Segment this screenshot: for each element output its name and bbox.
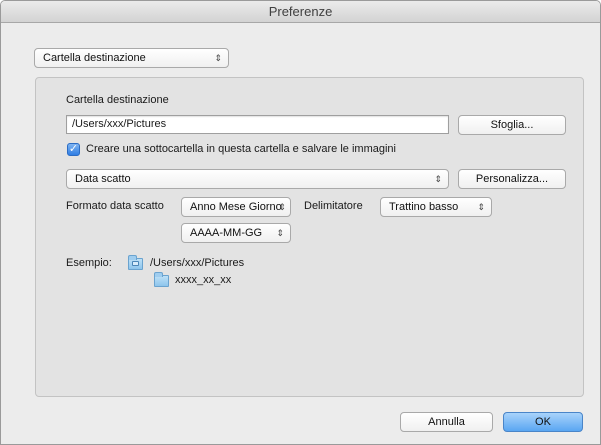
popup-arrows-icon: ⇕ [434, 174, 442, 184]
delimiter-label: Delimitatore [304, 200, 363, 212]
subfolder-checkbox-label: Creare una sottocartella in questa carte… [86, 143, 396, 155]
category-popup-value: Cartella destinazione [43, 52, 146, 64]
subfolder-type-value: Data scatto [75, 173, 131, 185]
window-title: Preferenze [1, 1, 600, 23]
section-label: Cartella destinazione [66, 94, 169, 106]
destination-path-field[interactable]: /Users/xxx/Pictures [66, 115, 449, 134]
popup-arrows-icon: ⇕ [477, 202, 485, 212]
popup-arrows-icon: ⇕ [214, 53, 222, 63]
date-pattern-popup[interactable]: AAAA-MM-GG ⇕ [181, 223, 291, 243]
ok-button[interactable]: OK [503, 412, 583, 432]
example-label: Esempio: [66, 257, 112, 269]
pictures-folder-icon [128, 255, 143, 270]
preferences-window: Preferenze Cartella destinazione ⇕ Carte… [0, 0, 601, 445]
popup-arrows-icon: ⇕ [278, 202, 286, 212]
date-order-popup[interactable]: Anno Mese Giorno ⇕ [181, 197, 291, 217]
date-order-value: Anno Mese Giorno [190, 201, 282, 213]
delimiter-value: Trattino basso [389, 201, 459, 213]
browse-button[interactable]: Sfoglia... [458, 115, 566, 135]
date-pattern-value: AAAA-MM-GG [190, 227, 263, 239]
example-subfolder: xxxx_xx_xx [175, 274, 232, 286]
picture-mark-icon [132, 261, 139, 266]
popup-arrows-icon: ⇕ [276, 228, 284, 238]
cancel-button[interactable]: Annulla [400, 412, 493, 432]
subfolder-checkbox[interactable]: ✓ [67, 143, 80, 156]
settings-group: Cartella destinazione /Users/xxx/Picture… [35, 77, 584, 397]
delimiter-popup[interactable]: Trattino basso ⇕ [380, 197, 492, 217]
customize-button[interactable]: Personalizza... [458, 169, 566, 189]
subfolder-icon [154, 272, 169, 287]
date-format-label: Formato data scatto [66, 200, 164, 212]
checkmark-icon: ✓ [68, 143, 79, 155]
category-popup[interactable]: Cartella destinazione ⇕ [34, 48, 229, 68]
subfolder-type-popup[interactable]: Data scatto ⇕ [66, 169, 449, 189]
example-path: /Users/xxx/Pictures [150, 257, 245, 269]
